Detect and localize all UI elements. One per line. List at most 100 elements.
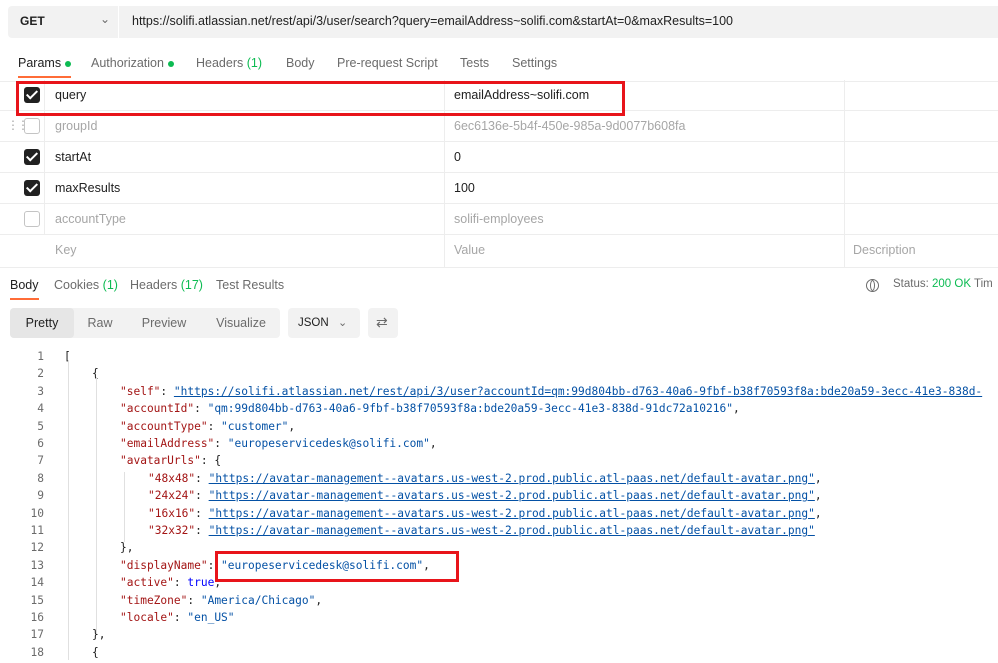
line-number: 18 (30, 645, 44, 659)
line-number: 1 (37, 350, 44, 363)
tab-headers-count: (1) (246, 56, 263, 70)
description-placeholder[interactable]: Description (853, 243, 916, 257)
line-number: 17 (30, 628, 44, 642)
code-text: "48x48": "https://avatar-management--ava… (148, 471, 822, 485)
param-key[interactable]: maxResults (55, 181, 120, 195)
code-line: 8 "48x48": "https://avatar-management--av… (0, 472, 998, 489)
code-text: "active": true, (120, 576, 222, 590)
format-label: JSON (298, 317, 329, 329)
status-label: Status: (893, 278, 929, 290)
status-text: Status: 200 OK Tim (893, 278, 993, 290)
param-value[interactable]: 6ec6136e-5b4f-450e-985a-9d0077b608fa (454, 119, 685, 133)
code-line: 18 { (0, 646, 998, 663)
param-row: maxResults 100 (0, 173, 998, 204)
line-number: 10 (30, 506, 44, 520)
response-tabs: Body Cookies (1) Headers (17) Test Resul… (0, 272, 998, 302)
tab-test-results[interactable]: Test Results (216, 278, 284, 292)
url-input[interactable]: https://solifi.atlassian.net/rest/api/3/… (119, 6, 998, 38)
time-label: Tim (974, 278, 993, 290)
code-line: 11 "32x32": "https://avatar-management--a… (0, 524, 998, 541)
view-mode-bar: Pretty Raw Preview Visualize (10, 308, 280, 338)
code-text: "timeZone": "America/Chicago", (120, 593, 323, 607)
value-placeholder[interactable]: Value (454, 243, 485, 257)
code-line: 14 "active": true, (0, 576, 998, 593)
tab-response-body[interactable]: Body (10, 278, 39, 300)
param-value[interactable]: solifi-employees (454, 212, 544, 226)
line-number: 6 (37, 437, 44, 450)
line-number: 16 (30, 611, 44, 624)
tab-cookies-label: Cookies (54, 278, 100, 292)
code-text: "24x24": "https://avatar-management--ava… (148, 489, 822, 503)
tab-params[interactable]: Params (18, 56, 72, 78)
param-row: startAt 0 (0, 142, 998, 173)
status-dot-icon (167, 60, 174, 67)
status-badge[interactable]: 200 OK (932, 278, 971, 290)
wrap-icon: ⇄ (376, 314, 388, 330)
request-bar: GET ⌄ https://solifi.atlassian.net/rest/… (0, 0, 998, 44)
view-preview-button[interactable]: Preview (126, 308, 202, 338)
line-number: 7 (37, 454, 44, 468)
code-text: "self": "https://solifi.atlassian.net/re… (120, 384, 983, 398)
url-text: https://solifi.atlassian.net/rest/api/3/… (132, 14, 733, 28)
tab-cookies[interactable]: Cookies (1) (54, 278, 118, 292)
param-key[interactable]: groupId (55, 119, 97, 133)
format-select[interactable]: JSON ⌄ (288, 308, 360, 338)
code-line: 2{ (0, 367, 998, 384)
param-key[interactable]: startAt (55, 150, 91, 164)
code-text: "emailAddress": "europeservicedesk@solif… (120, 437, 437, 450)
view-raw-button[interactable]: Raw (74, 308, 126, 338)
view-visualize-button[interactable]: Visualize (202, 308, 280, 338)
line-number: 4 (37, 402, 44, 416)
line-number: 9 (37, 489, 44, 503)
tab-settings[interactable]: Settings (512, 56, 557, 70)
code-line: 13 "displayName": "europeservicedesk@soli… (0, 559, 998, 576)
param-key[interactable]: accountType (55, 212, 126, 226)
line-number: 14 (30, 576, 44, 590)
checkbox-icon[interactable] (24, 180, 40, 196)
code-line: 6 "emailAddress": "europeservicedesk@soli… (0, 437, 998, 454)
tab-pre-request-script[interactable]: Pre-request Script (337, 56, 438, 70)
param-row: accountType solifi-employees (0, 204, 998, 235)
code-line: 15 "timeZone": "America/Chicago", (0, 594, 998, 611)
tab-headers[interactable]: Headers (1) (196, 56, 262, 70)
code-text: "accountId": "qm:99d804bb-d763-40a6-9fbf… (120, 402, 740, 416)
code-text: }, (92, 628, 106, 642)
param-value[interactable]: 100 (454, 181, 475, 195)
code-text: "32x32": "https://avatar-management--ava… (148, 524, 815, 537)
tab-authorization-label: Authorization (91, 56, 164, 70)
view-pretty-button[interactable]: Pretty (10, 308, 74, 338)
code-text: "locale": "en_US" (120, 611, 235, 624)
globe-icon[interactable] (866, 279, 879, 292)
code-text: { (92, 645, 99, 659)
wrap-button[interactable]: ⇄ (368, 308, 398, 338)
response-body-code[interactable]: 1[2{3 "self": "https://solifi.atlassian.n… (0, 350, 998, 663)
code-line: 1[ (0, 350, 998, 367)
tab-authorization[interactable]: Authorization (91, 56, 174, 70)
param-value[interactable]: 0 (454, 150, 461, 164)
line-number: 13 (30, 558, 44, 572)
checkbox-icon[interactable] (24, 149, 40, 165)
highlight-box (215, 551, 459, 582)
tab-response-headers[interactable]: Headers (17) (130, 278, 203, 292)
tab-body[interactable]: Body (286, 56, 315, 70)
tab-headers-label: Headers (196, 56, 244, 70)
highlight-box (16, 81, 625, 116)
tab-tests[interactable]: Tests (460, 56, 489, 70)
method-select[interactable]: GET ⌄ (8, 6, 118, 38)
chevron-down-icon: ⌄ (100, 12, 111, 26)
status-dot-icon (65, 60, 72, 67)
key-placeholder[interactable]: Key (55, 243, 77, 257)
request-tabs: Params Authorization Headers (1) Body Pr… (0, 44, 998, 82)
line-number: 15 (30, 593, 44, 607)
line-number: 11 (30, 524, 44, 537)
line-number: 2 (37, 367, 44, 381)
tab-cookies-count: (1) (102, 278, 118, 292)
line-number: 12 (30, 541, 44, 555)
tab-params-label: Params (18, 56, 62, 70)
code-line: 3 "self": "https://solifi.atlassian.net/r… (0, 385, 998, 402)
checkbox-icon[interactable] (24, 118, 40, 134)
checkbox-icon[interactable] (24, 211, 40, 227)
code-text: "avatarUrls": { (120, 454, 222, 468)
method-label: GET (20, 14, 45, 28)
line-number: 8 (37, 471, 44, 485)
